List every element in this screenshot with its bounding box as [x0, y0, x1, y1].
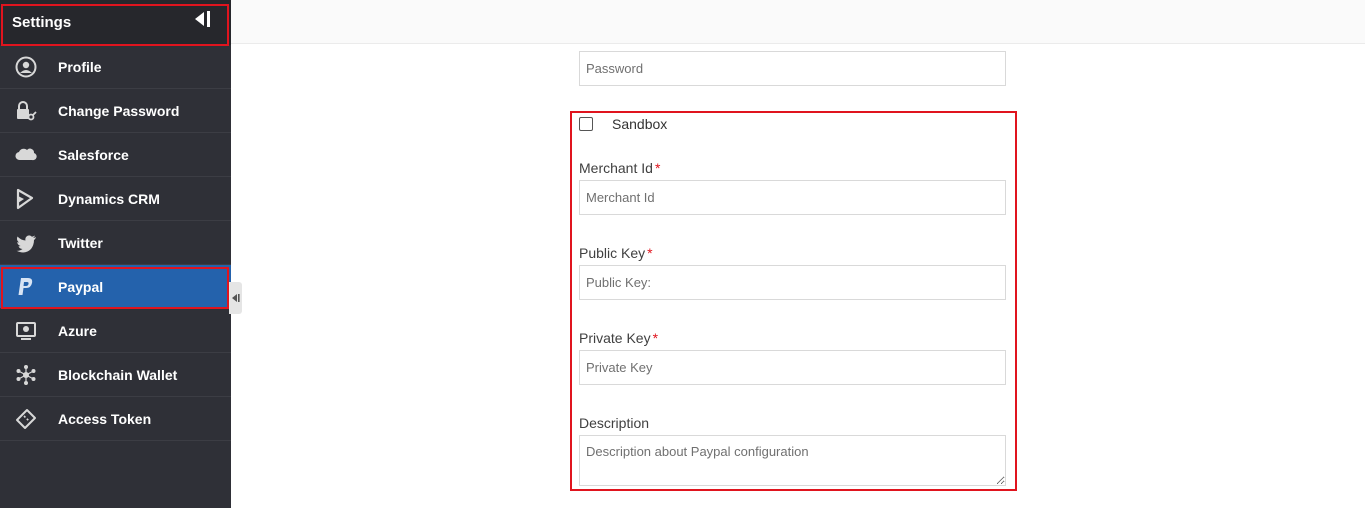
sandbox-label: Sandbox — [612, 116, 668, 132]
private-key-input[interactable] — [579, 350, 1006, 385]
sidebar-menu: Profile Change Password Salesforce Dynam… — [0, 45, 231, 441]
ticket-icon — [16, 409, 36, 429]
description-label: Description — [579, 415, 650, 431]
sidebar-item-label: Access Token — [58, 411, 152, 427]
sidebar-header-highlight — [1, 4, 229, 46]
dynamics-icon — [16, 188, 34, 210]
sidebar-item-change-password[interactable]: Change Password — [0, 89, 231, 133]
sidebar-item-salesforce[interactable]: Salesforce — [0, 133, 231, 177]
required-mark: * — [654, 160, 661, 176]
sidebar-item-azure[interactable]: Azure — [0, 309, 231, 353]
sidebar-item-label: Change Password — [58, 103, 180, 119]
azure-monitor-icon — [16, 322, 36, 340]
sidebar-item-twitter[interactable]: Twitter — [0, 221, 231, 265]
lock-key-icon — [17, 101, 37, 121]
top-bar — [231, 0, 1365, 44]
sidebar-item-access-token[interactable]: Access Token — [0, 397, 231, 441]
sidebar-item-blockchain-wallet[interactable]: Blockchain Wallet — [0, 353, 231, 397]
required-mark: * — [652, 330, 659, 346]
public-key-label: Public Key * — [579, 245, 653, 261]
public-key-input[interactable] — [579, 265, 1006, 300]
merchant-id-label: Merchant Id * — [579, 160, 661, 176]
required-mark: * — [647, 245, 653, 261]
sidebar-item-dynamics-crm[interactable]: Dynamics CRM — [0, 177, 231, 221]
sidebar-item-profile[interactable]: Profile — [0, 45, 231, 89]
sidebar-toggle-handle[interactable] — [229, 282, 242, 314]
sidebar-item-label: Blockchain Wallet — [58, 367, 178, 383]
merchant-id-input[interactable] — [579, 180, 1006, 215]
private-key-label: Private Key * — [579, 330, 659, 346]
sidebar-item-label: Azure — [58, 323, 97, 339]
blockchain-icon — [16, 365, 36, 385]
active-item-highlight — [1, 267, 229, 309]
twitter-bird-icon — [16, 235, 36, 253]
sidebar: Settings Profile Change Password Salesfo… — [0, 0, 231, 508]
description-textarea[interactable] — [579, 435, 1006, 486]
sidebar-item-label: Dynamics CRM — [58, 191, 160, 207]
password-input[interactable] — [579, 51, 1006, 86]
salesforce-cloud-icon — [15, 148, 37, 161]
sidebar-item-label: Salesforce — [58, 147, 129, 163]
sidebar-item-label: Twitter — [58, 235, 103, 251]
user-circle-icon — [15, 56, 37, 78]
collapse-arrow-icon — [232, 294, 240, 302]
sandbox-checkbox[interactable] — [579, 117, 593, 131]
sidebar-item-label: Profile — [58, 59, 102, 75]
